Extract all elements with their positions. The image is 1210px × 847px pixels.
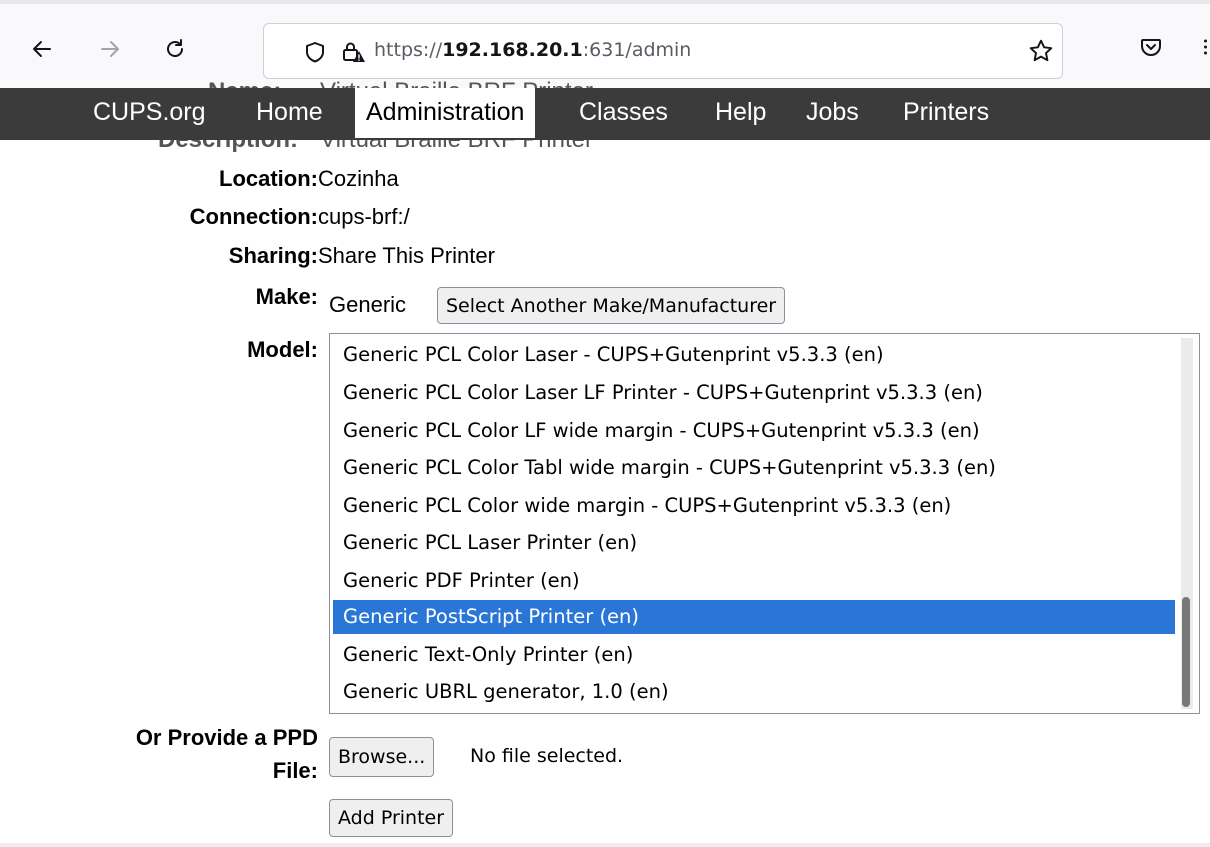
model-listbox[interactable]: Generic PCL Color Laser - CUPS+Gutenprin… bbox=[329, 333, 1200, 714]
arrow-left-icon bbox=[33, 41, 51, 57]
model-option[interactable]: Generic PCL Color Laser LF Printer - CUP… bbox=[333, 376, 1175, 410]
make-label: Make: bbox=[255, 284, 318, 309]
model-option[interactable]: Generic PCL Color Laser - CUPS+Gutenprin… bbox=[333, 338, 1175, 372]
lock-warning-icon[interactable] bbox=[342, 40, 366, 64]
model-option[interactable]: Generic PCL Color wide margin - CUPS+Gut… bbox=[333, 489, 1175, 523]
model-option[interactable]: Generic PDF Printer (en) bbox=[333, 564, 1175, 598]
location-label: Location: bbox=[219, 166, 318, 191]
shield-icon[interactable] bbox=[304, 41, 326, 63]
overflow-menu-icon[interactable] bbox=[1204, 39, 1207, 55]
listbox-scrollbar-thumb[interactable] bbox=[1182, 597, 1190, 707]
ppd-label-line2: File: bbox=[272, 758, 318, 783]
model-option[interactable]: Generic Text-Only Printer (en) bbox=[333, 638, 1175, 672]
sharing-label: Sharing: bbox=[228, 243, 318, 268]
add-printer-button[interactable]: Add Printer bbox=[329, 799, 454, 837]
pocket-icon[interactable] bbox=[1140, 36, 1162, 58]
sharing-value: Share This Printer bbox=[318, 243, 495, 268]
file-status: No file selected. bbox=[470, 745, 624, 767]
nav-printers[interactable]: Printers bbox=[903, 88, 989, 140]
nav-classes[interactable]: Classes bbox=[579, 88, 668, 140]
make-value: Generic bbox=[329, 292, 407, 317]
browse-button[interactable]: Browse... bbox=[329, 737, 435, 777]
model-option[interactable]: Generic PCL Laser Printer (en) bbox=[333, 526, 1175, 560]
model-option[interactable]: Generic UBRL generator, 1.0 (en) bbox=[333, 675, 1175, 709]
nav-administration[interactable]: Administration bbox=[355, 88, 536, 138]
browser-toolbar: https://192.168.20.1:631/admin bbox=[0, 0, 1210, 88]
connection-label: Connection: bbox=[189, 204, 318, 229]
url-scheme: https:// bbox=[374, 39, 443, 61]
star-icon[interactable] bbox=[1028, 38, 1054, 64]
nav-jobs[interactable]: Jobs bbox=[806, 88, 859, 140]
back-button[interactable] bbox=[27, 34, 57, 64]
reload-button[interactable] bbox=[160, 34, 190, 64]
model-option[interactable]: Generic PCL Color LF wide margin - CUPS+… bbox=[333, 414, 1175, 448]
nav-cups-org[interactable]: CUPS.org bbox=[93, 88, 206, 140]
ppd-label-line1: Or Provide a PPD bbox=[135, 725, 318, 750]
url-host: 192.168.20.1 bbox=[442, 39, 583, 61]
arrow-right-icon bbox=[101, 41, 119, 57]
page-bottom-edge bbox=[0, 843, 1210, 847]
url-path: :631/admin bbox=[582, 39, 692, 61]
cups-navigation-bar: CUPS.org Home Administration Classes Hel… bbox=[0, 88, 1210, 140]
url-bar[interactable]: https://192.168.20.1:631/admin bbox=[263, 23, 1063, 79]
select-make-button[interactable]: Select Another Make/Manufacturer bbox=[437, 287, 786, 324]
location-value: Cozinha bbox=[318, 166, 399, 191]
nav-help[interactable]: Help bbox=[715, 88, 766, 140]
model-label: Model: bbox=[247, 337, 318, 362]
connection-value: cups-brf:/ bbox=[318, 204, 410, 229]
forward-button[interactable] bbox=[95, 34, 125, 64]
nav-home[interactable]: Home bbox=[256, 88, 323, 140]
model-option[interactable]: Generic PCL Color Tabl wide margin - CUP… bbox=[333, 451, 1175, 485]
model-option-selected[interactable]: Generic PostScript Printer (en) bbox=[333, 600, 1175, 634]
url-text[interactable]: https://192.168.20.1:631/admin bbox=[374, 39, 691, 61]
reload-icon bbox=[167, 39, 183, 57]
